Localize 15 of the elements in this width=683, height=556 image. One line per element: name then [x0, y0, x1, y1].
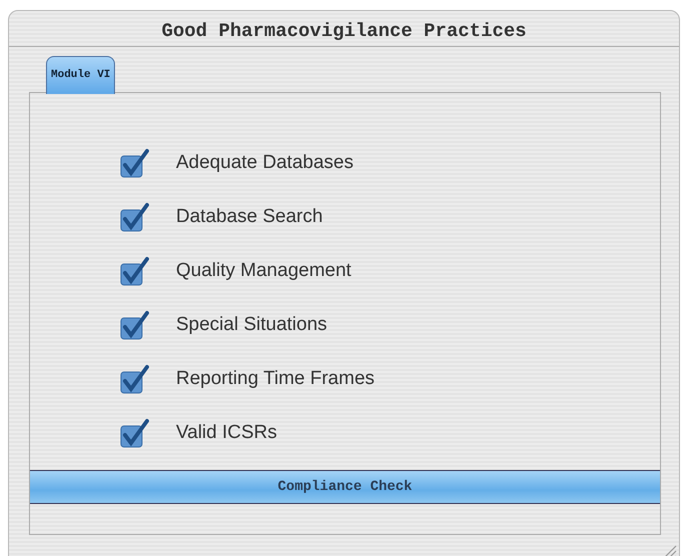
checkbox[interactable] — [118, 364, 149, 394]
checkbox-label: Special Situations — [176, 312, 328, 337]
checkbox-label: Adequate Databases — [176, 150, 354, 175]
checkbox-label: Valid ICSRs — [176, 420, 278, 445]
checkbox-label: Reporting Time Frames — [176, 366, 375, 391]
tab[interactable]: Module VI — [46, 56, 116, 94]
checkbox-label: Quality Management — [176, 258, 352, 283]
window-title: Good Pharmacovigilance Practices — [9, 11, 679, 47]
checkbox[interactable] — [118, 310, 149, 340]
checkbox[interactable] — [118, 148, 149, 178]
checkbox[interactable] — [118, 418, 149, 448]
compliance-check-button[interactable]: Compliance Check — [30, 470, 660, 504]
checkbox-label: Database Search — [176, 204, 323, 229]
checkbox[interactable] — [118, 202, 149, 232]
checkbox[interactable] — [118, 256, 149, 286]
